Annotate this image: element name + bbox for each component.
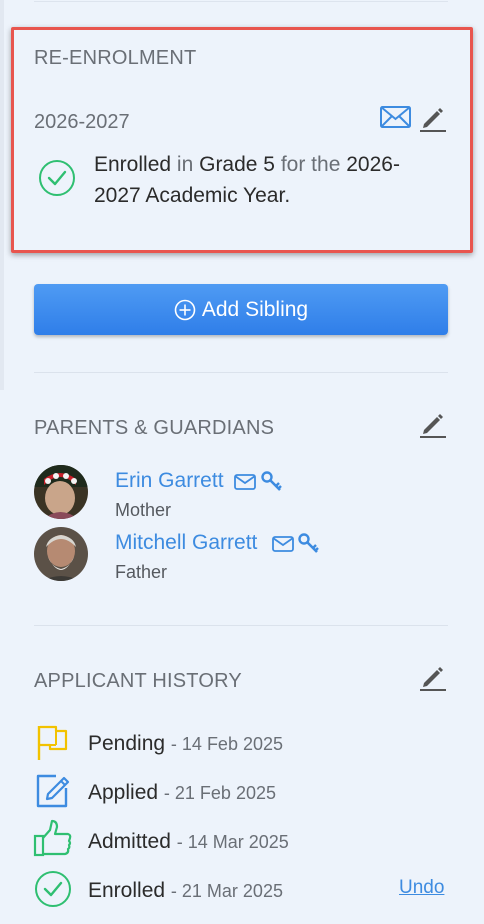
left-panel-edge bbox=[0, 0, 4, 390]
check-circle-icon bbox=[35, 871, 71, 907]
avatar bbox=[34, 527, 88, 581]
history-date: - 21 Mar 2025 bbox=[170, 881, 283, 901]
edit-pencil-icon[interactable] bbox=[419, 104, 447, 132]
email-icon[interactable] bbox=[272, 536, 294, 552]
parents-title: PARENTS & GUARDIANS bbox=[34, 417, 275, 439]
section-divider bbox=[34, 625, 448, 626]
section-divider bbox=[34, 372, 448, 373]
reenrolment-title: RE-ENROLMENT bbox=[34, 47, 197, 69]
status-in: in bbox=[176, 153, 194, 176]
check-circle-icon bbox=[39, 160, 75, 196]
parent-relation: Mother bbox=[115, 500, 172, 520]
parent-name-link[interactable]: Erin Garrett bbox=[115, 469, 224, 493]
key-icon[interactable] bbox=[298, 533, 320, 555]
parent-relation: Father bbox=[115, 562, 168, 582]
history-item: Enrolled - 21 Mar 2025 bbox=[88, 879, 283, 903]
enrolment-status-text: Enrolled in Grade 5 for the 2026-2027 Ac… bbox=[94, 149, 434, 211]
history-date: - 14 Mar 2025 bbox=[176, 832, 289, 852]
parent-name-link[interactable]: Mitchell Garrett bbox=[115, 531, 257, 555]
history-item: Applied - 21 Feb 2025 bbox=[88, 781, 276, 805]
avatar bbox=[34, 465, 88, 519]
undo-link[interactable]: Undo bbox=[399, 877, 444, 899]
edit-pencil-icon[interactable] bbox=[419, 663, 447, 691]
status-for-the: for the bbox=[280, 153, 341, 176]
history-date: - 14 Feb 2025 bbox=[170, 734, 283, 754]
flag-icon bbox=[37, 725, 68, 760]
edit-form-icon bbox=[36, 774, 70, 808]
email-icon[interactable] bbox=[380, 106, 411, 128]
history-status: Admitted bbox=[88, 830, 171, 853]
history-item: Admitted - 14 Mar 2025 bbox=[88, 830, 289, 854]
email-icon[interactable] bbox=[234, 474, 256, 490]
history-date: - 21 Feb 2025 bbox=[163, 783, 276, 803]
edit-pencil-icon[interactable] bbox=[419, 410, 447, 438]
status-enrolled: Enrolled bbox=[94, 153, 172, 176]
history-title: APPLICANT HISTORY bbox=[34, 670, 242, 692]
history-status: Applied bbox=[88, 781, 159, 804]
history-item: Pending - 14 Feb 2025 bbox=[88, 732, 283, 756]
add-sibling-button[interactable]: Add Sibling bbox=[34, 284, 448, 335]
add-sibling-label: Add Sibling bbox=[201, 297, 309, 321]
reenrolment-year: 2026-2027 bbox=[34, 111, 130, 133]
plus-circle-icon bbox=[174, 299, 196, 320]
status-grade: Grade 5 bbox=[199, 153, 275, 176]
history-status: Pending bbox=[88, 732, 166, 755]
top-divider bbox=[34, 1, 448, 2]
history-status: Enrolled bbox=[88, 879, 166, 902]
thumbs-up-icon bbox=[33, 819, 72, 857]
key-icon[interactable] bbox=[261, 471, 283, 493]
